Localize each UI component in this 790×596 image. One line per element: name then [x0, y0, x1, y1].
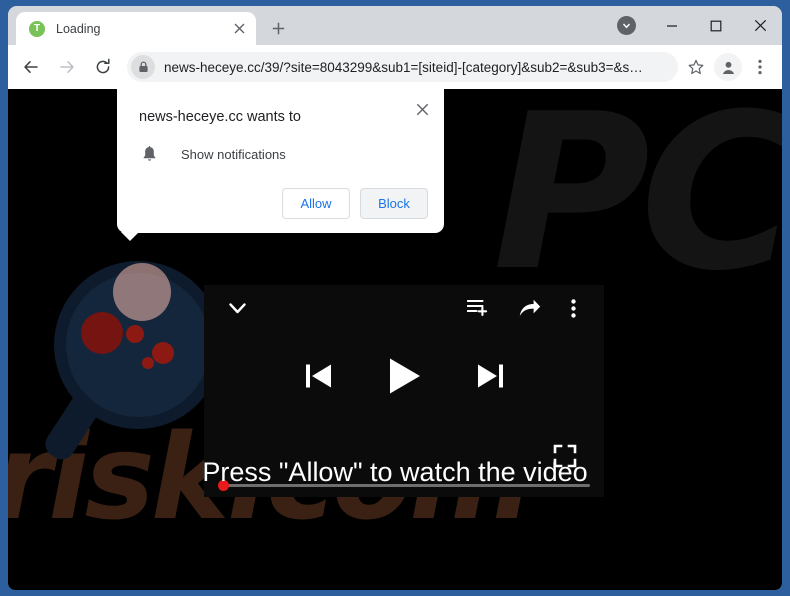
forward-button[interactable]: [52, 52, 82, 82]
bell-icon: [139, 144, 159, 164]
notification-permission-dialog: news-heceye.cc wants to Show notificatio…: [117, 89, 444, 233]
tab-strip: T Loading: [8, 6, 782, 45]
dialog-tail: [121, 232, 139, 241]
permission-dialog-title: news-heceye.cc wants to: [139, 109, 301, 125]
window-maximize-button[interactable]: [694, 6, 738, 45]
window-minimize-button[interactable]: [650, 6, 694, 45]
desktop-background: T Loading news-heceye.cc/39/?site=804329…: [0, 0, 790, 596]
window-close-button[interactable]: [738, 6, 782, 45]
three-dot-menu-icon[interactable]: [571, 298, 576, 318]
share-icon[interactable]: [519, 299, 541, 318]
next-track-icon[interactable]: [477, 362, 504, 390]
play-icon[interactable]: [388, 357, 421, 395]
reload-button[interactable]: [88, 52, 118, 82]
previous-track-icon[interactable]: [305, 362, 332, 390]
close-icon[interactable]: [412, 99, 432, 119]
new-tab-button[interactable]: [264, 14, 292, 42]
back-button[interactable]: [16, 52, 46, 82]
browser-window: T Loading news-heceye.cc/39/?site=804329…: [8, 6, 782, 590]
add-to-queue-icon[interactable]: [467, 299, 489, 317]
allow-button[interactable]: Allow: [282, 188, 350, 219]
browser-tab-loading[interactable]: T Loading: [16, 12, 256, 45]
player-top-actions: [467, 298, 576, 318]
permission-request-label: Show notifications: [181, 146, 286, 162]
block-button[interactable]: Block: [360, 188, 428, 219]
lock-icon[interactable]: [131, 55, 155, 79]
tab-favicon-icon: T: [29, 20, 45, 37]
profile-avatar-icon[interactable]: [714, 53, 742, 81]
three-dot-menu-icon[interactable]: [746, 53, 774, 81]
window-controls: [617, 6, 782, 45]
permission-dialog-actions: Allow Block: [139, 188, 428, 219]
player-top-bar: [204, 285, 604, 331]
download-indicator-icon[interactable]: [617, 16, 636, 35]
permission-request-row: Show notifications: [139, 144, 428, 164]
star-icon[interactable]: [682, 53, 710, 81]
cta-message: Press "Allow" to watch the video: [202, 457, 588, 487]
watermark-pc: PC: [492, 89, 782, 318]
player-center-controls: [204, 357, 604, 395]
address-bar-url-text: news-heceye.cc/39/?site=8043299&sub1=[si…: [164, 59, 643, 75]
chevron-down-icon[interactable]: [226, 297, 248, 319]
tab-title: Loading: [56, 21, 101, 36]
browser-toolbar: news-heceye.cc/39/?site=8043299&sub1=[si…: [8, 45, 782, 89]
tab-close-icon[interactable]: [230, 20, 248, 38]
address-bar[interactable]: news-heceye.cc/39/?site=8043299&sub1=[si…: [127, 52, 678, 82]
page-viewport: PC risk.com: [8, 89, 782, 590]
